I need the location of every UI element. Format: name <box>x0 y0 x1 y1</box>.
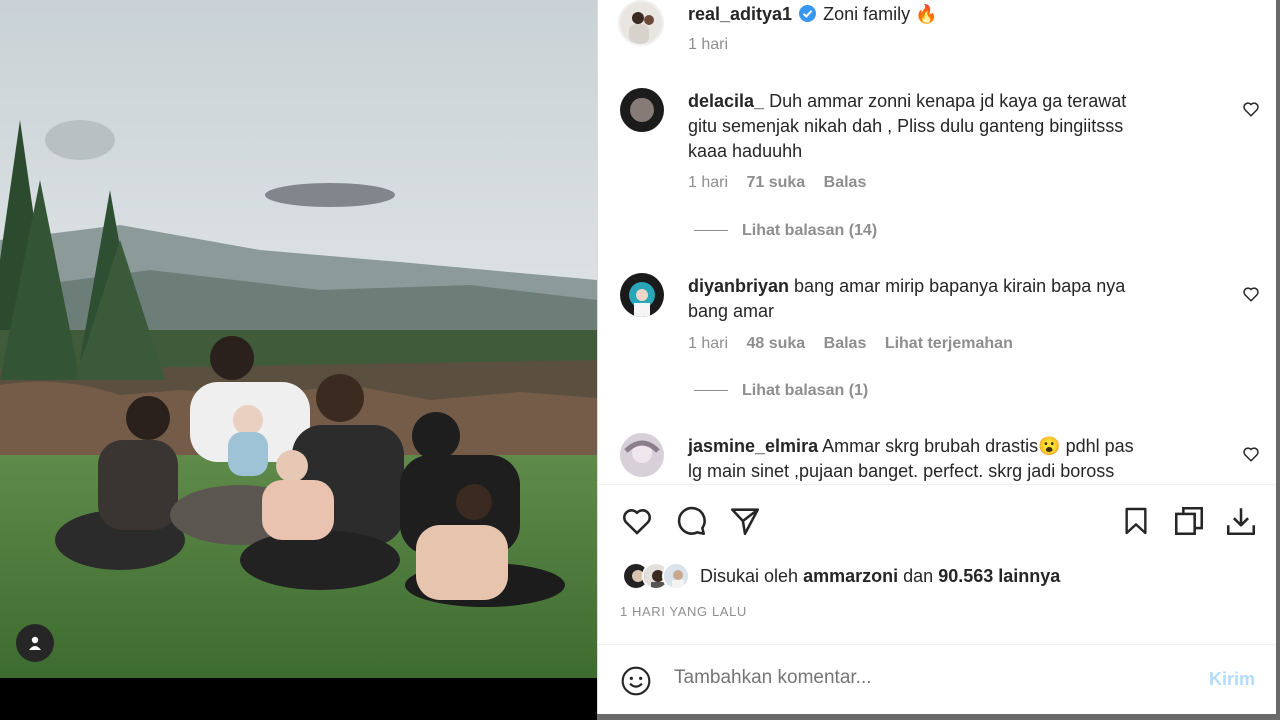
likes-text: Disukai oleh ammarzoni dan 90.563 lainny… <box>700 566 1060 587</box>
emoji-icon[interactable] <box>620 665 652 697</box>
comment-3: jasmine_elmira Ammar skrg brubah drastis… <box>688 434 1138 482</box>
window-edge <box>1276 0 1280 720</box>
comment-avatar[interactable] <box>620 273 664 317</box>
comment-1-meta: 1 hari 71 suka Balas <box>688 174 880 192</box>
tag-user-icon[interactable] <box>16 624 54 662</box>
view-replies-button[interactable]: Lihat balasan (1) <box>694 382 882 400</box>
verified-icon <box>799 5 817 22</box>
add-comment-bar: Kirim <box>598 644 1280 714</box>
save-icon[interactable] <box>1120 504 1152 538</box>
comment-1: delacila_ Duh ammar zonni kenapa jd kaya… <box>688 89 1128 164</box>
comment-2: diyanbriyan bang amar mirip bapanya kira… <box>688 274 1138 324</box>
liker-avatar <box>662 562 690 590</box>
post-photo[interactable] <box>0 0 597 678</box>
download-icon[interactable] <box>1224 504 1258 538</box>
translate-button[interactable]: Lihat terjemahan <box>885 335 1013 352</box>
caption-time[interactable]: 1 hari <box>688 36 728 54</box>
comment-username[interactable]: diyanbriyan <box>688 276 789 296</box>
post-side-panel: real_aditya1 Zoni family 🔥 1 hari delaci… <box>597 0 1280 720</box>
comment-2-meta: 1 hari 48 suka Balas Lihat terjemahan <box>688 335 1027 353</box>
comment-avatar[interactable] <box>620 433 664 477</box>
comment-like-icon[interactable] <box>1242 285 1260 303</box>
caption-emoji: 🔥 <box>915 4 938 24</box>
comment-username[interactable]: jasmine_elmira <box>688 436 818 456</box>
likes-summary[interactable]: Disukai oleh ammarzoni dan 90.563 lainny… <box>622 560 1060 592</box>
photo-bottom-bar <box>0 678 597 720</box>
comment-time[interactable]: 1 hari <box>688 174 728 191</box>
comment-like-icon[interactable] <box>1242 100 1260 118</box>
comment-username[interactable]: delacila_ <box>688 91 764 111</box>
comment-avatar[interactable] <box>620 88 664 132</box>
comment-icon[interactable] <box>674 504 708 538</box>
copy-icon[interactable] <box>1172 504 1206 538</box>
send-button[interactable]: Kirim <box>1209 669 1255 690</box>
comment-like-icon[interactable] <box>1242 445 1260 463</box>
view-replies-button[interactable]: Lihat balasan (14) <box>694 222 891 240</box>
likes-count[interactable]: 90.563 lainnya <box>938 566 1060 586</box>
likes-conj: dan <box>903 565 934 586</box>
comment-likes-count[interactable]: 48 suka <box>746 335 805 352</box>
caption-line: real_aditya1 Zoni family 🔥 <box>688 2 938 27</box>
comment-likes-count[interactable]: 71 suka <box>746 174 805 191</box>
comment-time[interactable]: 1 hari <box>688 335 728 352</box>
reply-button[interactable]: Balas <box>824 174 867 191</box>
author-avatar[interactable] <box>618 0 664 46</box>
comment-input[interactable] <box>674 667 1174 689</box>
reply-button[interactable]: Balas <box>824 335 867 352</box>
divider <box>598 484 1280 485</box>
instagram-post-view: real_aditya1 Zoni family 🔥 1 hari delaci… <box>0 0 1280 720</box>
likes-prefix: Disukai oleh <box>700 565 799 586</box>
family-photo-image <box>0 0 597 678</box>
view-replies-label: Lihat balasan (1) <box>742 382 869 399</box>
posted-ago[interactable]: 1 HARI YANG LALU <box>620 604 747 619</box>
view-replies-label: Lihat balasan (14) <box>742 222 878 239</box>
like-icon[interactable] <box>620 504 654 538</box>
comment-3-clip: jasmine_elmira Ammar skrg brubah drastis… <box>598 420 1280 482</box>
share-icon[interactable] <box>728 504 762 538</box>
window-edge <box>597 714 1280 720</box>
likes-user[interactable]: ammarzoni <box>803 566 898 586</box>
caption-text: Zoni family <box>823 4 911 24</box>
author-username[interactable]: real_aditya1 <box>688 4 792 24</box>
